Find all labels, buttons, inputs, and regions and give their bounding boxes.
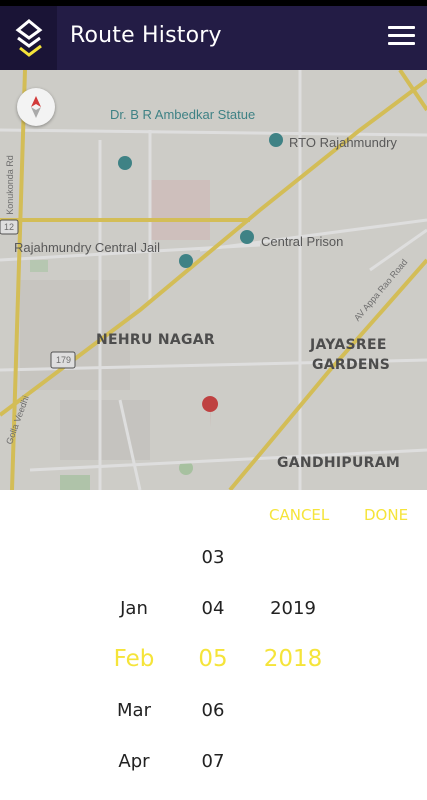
- picker-year-item[interactable]: 2019: [243, 598, 343, 619]
- map-label-nehru-nagar: NEHRU NAGAR: [96, 332, 215, 348]
- map-label-central-jail: Rajahmundry Central Jail: [14, 240, 160, 255]
- picker-year-selected[interactable]: 2018: [243, 646, 343, 672]
- date-picker: CANCEL DONE Jan Feb Mar Apr 03 04 05 06 …: [0, 490, 427, 800]
- route-map[interactable]: Dr. B R Ambedkar Statue RTO Rajahmundry …: [0, 70, 427, 490]
- map-label-jayasree-1: JAYASREE: [310, 337, 387, 353]
- map-label-central-prison: Central Prison: [261, 234, 344, 249]
- picker-day-item[interactable]: 06: [163, 700, 263, 721]
- map-label-konukonda-rd: Konukonda Rd: [4, 155, 15, 215]
- map-label-jayasree-2: GARDENS: [312, 357, 391, 373]
- page-title: Route History: [70, 23, 222, 48]
- map-label-rto: RTO Rajahmundry: [289, 135, 397, 150]
- map-shield-12: 12: [4, 222, 15, 232]
- app-logo-icon[interactable]: [0, 6, 57, 70]
- app-bar: Route History: [0, 6, 427, 70]
- compass-icon[interactable]: [17, 88, 55, 126]
- hamburger-menu-icon[interactable]: [388, 26, 415, 48]
- picker-day-item[interactable]: 03: [163, 547, 263, 568]
- done-button[interactable]: DONE: [364, 506, 408, 524]
- map-canvas: [0, 70, 427, 490]
- map-label-ambedkar-statue: Dr. B R Ambedkar Statue: [110, 107, 256, 122]
- map-shield-179: 179: [56, 355, 72, 365]
- map-label-gandhipuram: GANDHIPURAM: [277, 455, 401, 471]
- cancel-button[interactable]: CANCEL: [269, 506, 329, 524]
- picker-day-item[interactable]: 07: [163, 751, 263, 772]
